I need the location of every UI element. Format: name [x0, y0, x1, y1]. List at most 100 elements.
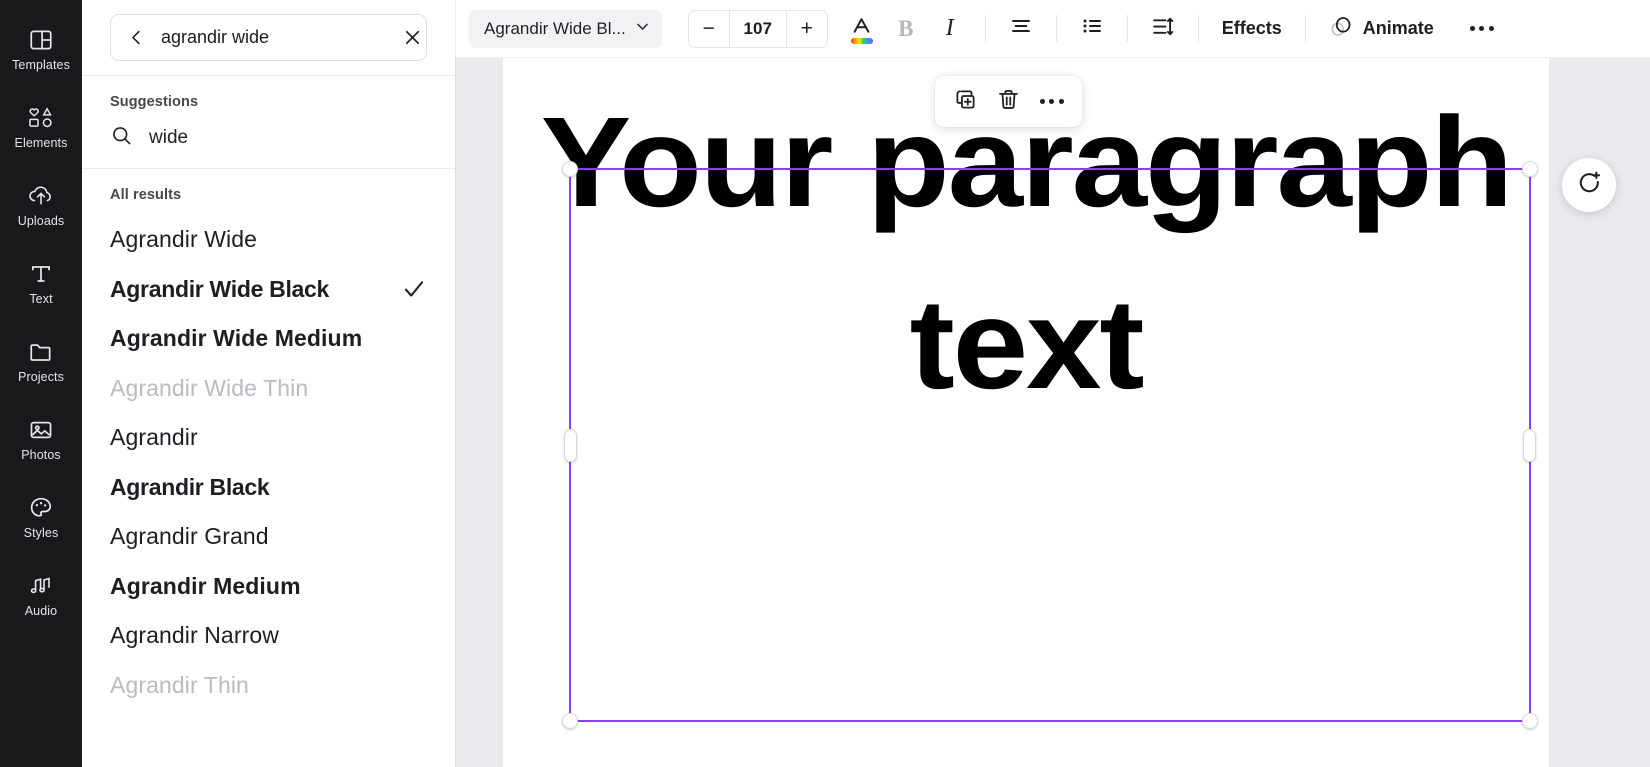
sidebar-item-photos[interactable]: Photos	[0, 400, 82, 478]
font-size-stepper[interactable]: − 107 +	[687, 9, 828, 48]
font-color-button[interactable]	[840, 9, 884, 49]
text-toolbar: Agrandir Wide Bl... − 107 + B I Effects …	[455, 0, 1650, 58]
font-family-value: Agrandir Wide Bl...	[484, 18, 626, 38]
styles-icon	[28, 494, 54, 521]
text-align-button[interactable]	[999, 9, 1043, 49]
sidebar-item-elements[interactable]: Elements	[0, 88, 82, 166]
italic-label: I	[945, 15, 954, 41]
design-workspace[interactable]: Your paragraph text	[455, 58, 1650, 767]
align-center-icon	[1009, 14, 1033, 43]
sidebar-item-styles[interactable]: Styles	[0, 478, 82, 556]
duplicate-button[interactable]	[945, 81, 986, 122]
font-result-label: Agrandir Wide Thin	[110, 374, 309, 401]
sidebar-item-templates[interactable]: Templates	[0, 10, 82, 88]
font-result-label: Agrandir Wide Black	[110, 275, 330, 302]
add-comment-icon	[1576, 169, 1603, 201]
font-result-row[interactable]: Agrandir Wide Black	[82, 265, 455, 315]
sidebar-item-label: Templates	[12, 58, 70, 72]
element-context-toolbar	[935, 76, 1082, 127]
elements-icon	[26, 104, 56, 131]
add-comment-button[interactable]	[1562, 158, 1616, 212]
animate-label: Animate	[1362, 18, 1434, 38]
bold-button[interactable]: B	[884, 9, 928, 49]
divider	[1304, 15, 1306, 42]
italic-button[interactable]: I	[928, 9, 972, 49]
suggestion-item-wide[interactable]: wide	[82, 116, 455, 168]
font-result-label: Agrandir Medium	[110, 572, 301, 599]
bold-label: B	[898, 15, 914, 41]
effects-label: Effects	[1221, 18, 1282, 38]
font-result-row[interactable]: Agrandir	[82, 413, 455, 463]
search-bar-container	[82, 0, 455, 75]
search-icon	[110, 124, 133, 152]
trash-icon	[996, 87, 1021, 117]
line-spacing-icon	[1150, 14, 1175, 44]
editor-main-area: Agrandir Wide Bl... − 107 + B I Effects …	[455, 0, 1650, 767]
sidebar-item-label: Elements	[14, 136, 68, 150]
font-size-decrease-button[interactable]: −	[689, 11, 729, 47]
font-result-row[interactable]: Agrandir Grand	[82, 512, 455, 562]
font-result-row[interactable]: Agrandir Black	[82, 463, 455, 513]
uploads-icon	[27, 182, 55, 209]
canva-editor-window: Templates Elements Uploads Text Projects…	[0, 0, 1650, 767]
suggestions-heading: Suggestions	[110, 94, 199, 110]
sidebar-item-projects[interactable]: Projects	[0, 322, 82, 400]
sidebar-item-label: Projects	[18, 370, 64, 384]
chevron-down-icon	[634, 18, 651, 40]
search-input[interactable]	[155, 27, 393, 48]
spacing-button[interactable]	[1141, 9, 1185, 49]
divider	[1197, 15, 1199, 42]
delete-button[interactable]	[988, 81, 1029, 122]
font-family-dropdown[interactable]: Agrandir Wide Bl...	[469, 9, 662, 48]
divider	[984, 15, 986, 42]
more-horizontal-icon	[1039, 99, 1064, 104]
font-result-label: Agrandir Thin	[110, 671, 249, 698]
sidebar-item-label: Audio	[24, 604, 58, 618]
font-search-panel: Suggestions wide All results Agrandir Wi…	[82, 0, 455, 767]
animate-icon	[1329, 14, 1354, 44]
font-result-label: Agrandir Narrow	[110, 622, 279, 649]
chevron-left-icon[interactable]	[121, 23, 151, 53]
font-size-input[interactable]: 107	[728, 10, 787, 47]
divider	[1126, 15, 1128, 42]
check-icon	[401, 276, 427, 302]
font-size-increase-button[interactable]: +	[787, 11, 827, 47]
font-result-row[interactable]: Agrandir Thin	[82, 661, 455, 711]
font-result-row[interactable]: Agrandir Wide Medium	[82, 314, 455, 364]
font-color-swatch	[850, 37, 873, 44]
sidebar-item-text[interactable]: Text	[0, 244, 82, 322]
search-box[interactable]	[110, 14, 427, 61]
bullet-list-icon	[1080, 14, 1104, 43]
sidebar-item-label: Styles	[23, 526, 59, 540]
font-result-label: Agrandir Black	[110, 473, 270, 500]
sidebar-item-label: Uploads	[17, 214, 65, 228]
left-sidebar-rail: Templates Elements Uploads Text Projects…	[0, 0, 82, 767]
divider	[1055, 15, 1057, 42]
context-more-button[interactable]	[1031, 81, 1072, 122]
list-button[interactable]	[1070, 9, 1114, 49]
more-options-button[interactable]	[1460, 9, 1504, 49]
more-horizontal-icon	[1469, 26, 1494, 31]
sidebar-item-audio[interactable]: Audio	[0, 556, 82, 634]
animate-button[interactable]: Animate	[1319, 9, 1444, 49]
sidebar-item-uploads[interactable]: Uploads	[0, 166, 82, 244]
all-results-heading: All results	[110, 187, 182, 203]
sidebar-item-label: Photos	[21, 448, 61, 462]
font-result-row[interactable]: Agrandir Narrow	[82, 611, 455, 661]
sidebar-item-label: Text	[29, 292, 53, 306]
design-page[interactable]: Your paragraph text	[503, 58, 1549, 767]
photos-icon	[28, 416, 54, 443]
font-result-label: Agrandir Grand	[110, 523, 269, 550]
audio-icon	[27, 572, 55, 599]
font-results-list: Agrandir Wide Agrandir Wide Black Agrandir…	[82, 209, 455, 767]
font-result-label: Agrandir Wide	[110, 226, 258, 253]
templates-icon	[28, 26, 54, 53]
effects-button[interactable]: Effects	[1212, 9, 1292, 49]
font-result-row[interactable]: Agrandir Wide	[82, 215, 455, 265]
close-icon[interactable]	[397, 23, 427, 53]
suggestion-label: wide	[149, 127, 189, 148]
font-result-row[interactable]: Agrandir Medium	[82, 562, 455, 612]
projects-icon	[28, 338, 54, 365]
font-result-row[interactable]: Agrandir Wide Thin	[82, 364, 455, 414]
font-result-label: Agrandir Wide Medium	[110, 325, 363, 352]
